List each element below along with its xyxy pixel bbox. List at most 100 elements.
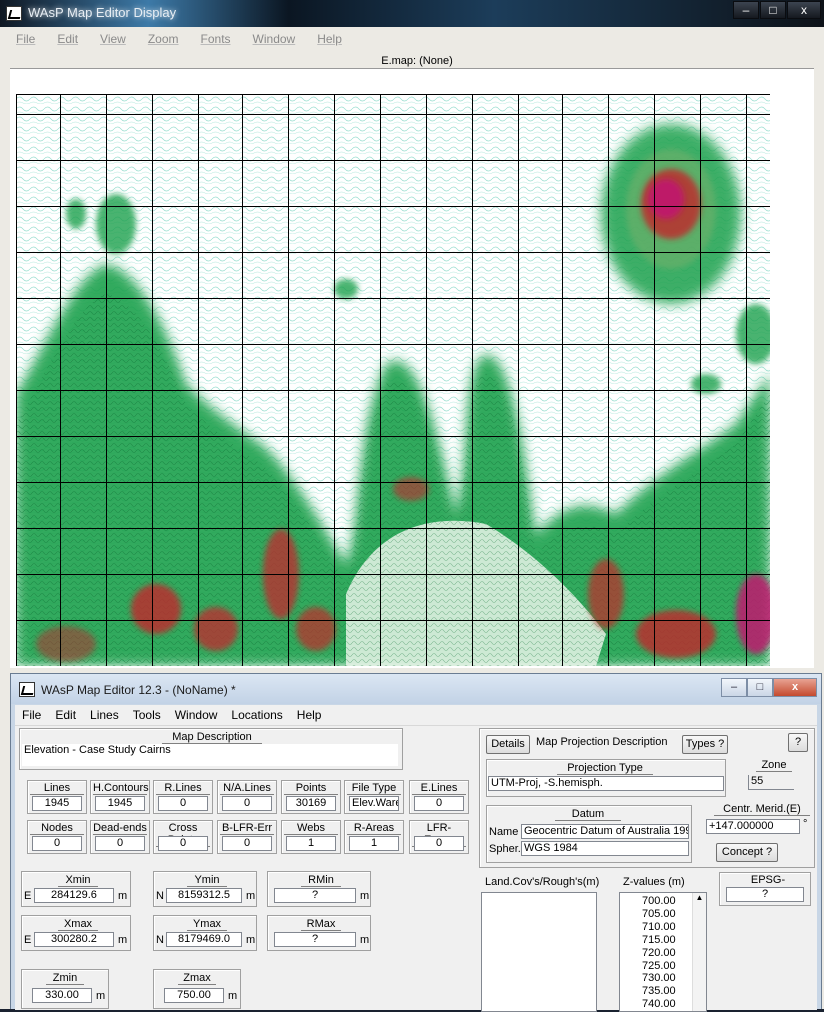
rmin-label: RMin bbox=[301, 874, 341, 887]
ymax-group: Ymax N 8179469.0 m bbox=[153, 915, 257, 951]
menu-help[interactable]: Help bbox=[290, 705, 329, 725]
stat-label: Dead-ends bbox=[93, 822, 147, 835]
menu-view[interactable]: View bbox=[100, 29, 126, 49]
details-button[interactable]: Details bbox=[486, 735, 530, 754]
minimize-button[interactable]: – bbox=[721, 678, 747, 697]
stat-value: 0 bbox=[158, 836, 208, 851]
landcover-caption: Land.Cov's/Rough's(m) bbox=[485, 876, 600, 888]
stat-label: Lines bbox=[30, 782, 84, 795]
xmin-prefix: E bbox=[24, 890, 32, 902]
menu-edit[interactable]: Edit bbox=[48, 705, 83, 725]
stats-row1-5-group: File Type Elev.Warei bbox=[344, 780, 404, 814]
zmin-unit: m bbox=[96, 990, 106, 1002]
ymin-field[interactable]: 8159312.5 bbox=[166, 888, 242, 903]
maximize-button[interactable]: □ bbox=[760, 1, 786, 19]
zmin-group: Zmin 330.00 m bbox=[21, 969, 109, 1009]
stat-value: 0 bbox=[158, 796, 208, 811]
datum-spheroid-field[interactable]: WGS 1984 bbox=[521, 841, 689, 856]
map-editor-menu-bar: File Edit Lines Tools Window Locations H… bbox=[15, 705, 817, 725]
menu-locations[interactable]: Locations bbox=[224, 705, 289, 725]
concept-help-button[interactable]: Concept ? bbox=[716, 843, 778, 862]
map-description-group: Map Description Elevation - Case Study C… bbox=[19, 728, 403, 770]
menu-window[interactable]: Window bbox=[253, 29, 296, 49]
central-meridian-field[interactable]: +147.000000 bbox=[706, 819, 800, 834]
rmin-field[interactable]: ? bbox=[274, 888, 356, 903]
map-editor-body: Map Description Elevation - Case Study C… bbox=[15, 725, 817, 1012]
stat-value: 1945 bbox=[95, 796, 145, 811]
projection-type-field[interactable]: UTM-Proj, -S.hemisph. bbox=[488, 776, 724, 791]
xmax-prefix: E bbox=[24, 934, 32, 946]
xmax-group: Xmax E 300280.2 m bbox=[21, 915, 131, 951]
stat-value: 0 bbox=[414, 796, 464, 811]
contour-map[interactable] bbox=[16, 94, 770, 666]
epsg-field[interactable]: ? bbox=[726, 887, 804, 902]
minimize-button[interactable]: – bbox=[733, 1, 759, 19]
menu-file[interactable]: File bbox=[15, 705, 48, 725]
xmin-field[interactable]: 284129.6 bbox=[34, 888, 114, 903]
projection-type-group: Projection Type UTM-Proj, -S.hemisph. bbox=[486, 759, 726, 797]
map-editor-title: WAsP Map Editor 12.3 - (NoName) * bbox=[41, 683, 236, 697]
ymin-unit: m bbox=[246, 890, 256, 902]
rmin-unit: m bbox=[360, 890, 370, 902]
map-editor-title-bar[interactable]: WAsP Map Editor 12.3 - (NoName) * – □ x bbox=[11, 674, 821, 704]
menu-tools[interactable]: Tools bbox=[126, 705, 168, 725]
stats-row1-4-group: Points 30169 bbox=[281, 780, 341, 814]
zone-field[interactable]: 55 bbox=[748, 775, 794, 790]
zmax-field[interactable]: 750.00 bbox=[164, 988, 224, 1003]
stat-value: 30169 bbox=[286, 796, 336, 811]
xmax-field[interactable]: 300280.2 bbox=[34, 932, 114, 947]
ymax-field[interactable]: 8179469.0 bbox=[166, 932, 242, 947]
stats-row1-3-group: N/A.Lines 0 bbox=[217, 780, 277, 814]
contour-map-canvas[interactable] bbox=[16, 94, 770, 666]
ymax-label: Ymax bbox=[187, 918, 227, 931]
zvalues-scrollbar[interactable]: ▲ bbox=[692, 893, 706, 1011]
projection-help-button[interactable]: ? bbox=[788, 733, 808, 752]
stat-value: 1 bbox=[286, 836, 336, 851]
stat-value: 0 bbox=[222, 796, 272, 811]
stat-label: Webs bbox=[284, 822, 338, 835]
stat-label: Points bbox=[284, 782, 338, 795]
ymin-group: Ymin N 8159312.5 m bbox=[153, 871, 257, 907]
maximize-button[interactable]: □ bbox=[747, 678, 773, 697]
wasp-app-icon bbox=[6, 6, 22, 21]
menu-lines[interactable]: Lines bbox=[83, 705, 126, 725]
menu-window[interactable]: Window bbox=[168, 705, 225, 725]
stat-label: R.Lines bbox=[156, 782, 210, 795]
landcover-list[interactable] bbox=[481, 892, 597, 1012]
zvalues-list[interactable]: 700.00 705.00 710.00 715.00 720.00 725.00 730.… bbox=[619, 892, 707, 1012]
stat-value: 1945 bbox=[32, 796, 82, 811]
datum-caption: Datum bbox=[555, 808, 621, 821]
menu-edit[interactable]: Edit bbox=[57, 29, 78, 49]
xmin-group: Xmin E 284129.6 m bbox=[21, 871, 131, 907]
types-help-button[interactable]: Types ? bbox=[682, 735, 728, 754]
xmax-unit: m bbox=[118, 934, 128, 946]
menu-zoom[interactable]: Zoom bbox=[148, 29, 179, 49]
stats-row2-2-group: Cross Points0 bbox=[153, 820, 213, 854]
rmax-group: RMax ? m bbox=[267, 915, 371, 951]
rmax-unit: m bbox=[360, 934, 370, 946]
stat-value: Elev.Warei bbox=[349, 796, 399, 811]
menu-help[interactable]: Help bbox=[317, 29, 342, 49]
zmin-field[interactable]: 330.00 bbox=[32, 988, 92, 1003]
scroll-up-arrow-icon[interactable]: ▲ bbox=[696, 893, 704, 902]
close-button[interactable]: x bbox=[787, 1, 821, 19]
xmin-label: Xmin bbox=[58, 874, 98, 887]
ymin-label: Ymin bbox=[187, 874, 227, 887]
stat-label: E.Lines bbox=[412, 782, 466, 795]
map-display-menu-bar: File Edit View Zoom Fonts Window Help bbox=[0, 29, 824, 49]
zmin-label: Zmin bbox=[46, 972, 84, 985]
map-description-field[interactable]: Elevation - Case Study Cairns bbox=[22, 744, 398, 766]
rmax-field[interactable]: ? bbox=[274, 932, 356, 947]
xmin-unit: m bbox=[118, 890, 128, 902]
stats-row1-2-group: R.Lines 0 bbox=[153, 780, 213, 814]
stat-value: 0 bbox=[222, 836, 272, 851]
menu-file[interactable]: File bbox=[16, 29, 35, 49]
datum-spheroid-label: Spher. bbox=[489, 843, 521, 855]
menu-fonts[interactable]: Fonts bbox=[201, 29, 231, 49]
map-display-title-bar[interactable]: WAsP Map Editor Display – □ x bbox=[0, 0, 824, 27]
datum-name-field[interactable]: Geocentric Datum of Australia 199 bbox=[521, 824, 689, 839]
stat-label: N/A.Lines bbox=[220, 782, 274, 795]
close-button[interactable]: x bbox=[773, 678, 817, 697]
stat-value: 1 bbox=[349, 836, 399, 851]
projection-type-caption: Projection Type bbox=[557, 762, 653, 775]
